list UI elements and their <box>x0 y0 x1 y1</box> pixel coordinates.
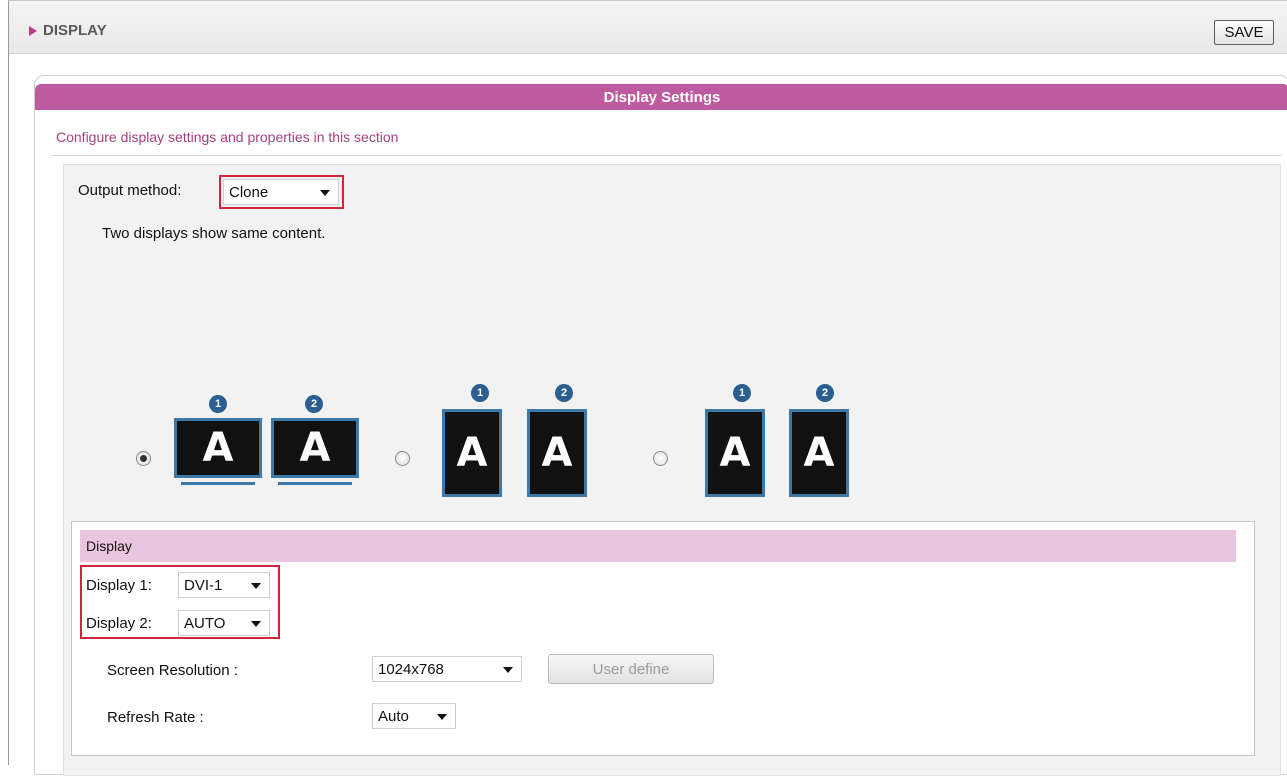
refresh-rate-label: Refresh Rate : <box>107 709 204 726</box>
display2-select[interactable]: AUTO <box>178 610 270 636</box>
panel-title: Display Settings <box>35 84 1287 110</box>
display1-select[interactable]: DVI-1 <box>178 572 270 598</box>
monitor-icon: A <box>174 418 262 478</box>
chevron-down-icon <box>251 621 261 627</box>
layout-radio-landscape[interactable] <box>136 451 151 466</box>
user-define-button[interactable]: User define <box>548 654 714 684</box>
panel-description: Configure display settings and propertie… <box>56 129 399 145</box>
layout-radio-portrait-alt[interactable] <box>653 451 668 466</box>
triangle-right-icon <box>29 25 37 36</box>
output-method-select[interactable]: Clone <box>223 179 339 205</box>
chevron-down-icon <box>503 667 513 673</box>
section-title-label: DISPLAY <box>43 22 107 39</box>
display-number-badge: 1 <box>471 384 489 402</box>
monitor-icon: A <box>442 409 502 497</box>
display1-value: DVI-1 <box>184 576 223 594</box>
divider <box>52 155 1282 156</box>
section-title: DISPLAY <box>29 22 107 39</box>
main-frame: DISPLAY SAVE Display Settings Configure … <box>8 0 1287 776</box>
refresh-rate-select[interactable]: Auto <box>372 703 456 729</box>
display1-label: Display 1: <box>86 577 152 594</box>
top-bar: DISPLAY SAVE <box>9 1 1287 54</box>
display-number-badge: 1 <box>209 395 227 413</box>
display-number-badge: 2 <box>816 384 834 402</box>
save-button[interactable]: SAVE <box>1214 20 1274 45</box>
screen-resolution-select[interactable]: 1024x768 <box>372 656 522 682</box>
monitor-icon: A <box>271 418 359 478</box>
refresh-rate-value: Auto <box>378 707 409 725</box>
output-method-hint: Two displays show same content. <box>102 225 326 242</box>
monitor-icon: A <box>705 409 765 497</box>
display2-label: Display 2: <box>86 615 152 632</box>
chevron-down-icon <box>437 714 447 720</box>
screen-resolution-label: Screen Resolution : <box>107 662 238 679</box>
chevron-down-icon <box>251 583 261 589</box>
display-number-badge: 1 <box>733 384 751 402</box>
display-section: Display Display 1: DVI-1 Display 2: AUTO… <box>71 521 1255 756</box>
monitor-icon: A <box>789 409 849 497</box>
monitor-stand <box>278 482 352 485</box>
monitor-stand <box>181 482 255 485</box>
display2-value: AUTO <box>184 614 226 632</box>
layout-radio-portrait[interactable] <box>395 451 410 466</box>
display-number-badge: 2 <box>305 395 323 413</box>
output-method-value: Clone <box>229 183 269 201</box>
monitor-icon: A <box>527 409 587 497</box>
chevron-down-icon <box>320 190 330 196</box>
screen-resolution-value: 1024x768 <box>378 660 444 678</box>
display-section-title: Display <box>80 530 1236 562</box>
output-method-label: Output method: <box>78 182 182 199</box>
display-number-badge: 2 <box>555 384 573 402</box>
